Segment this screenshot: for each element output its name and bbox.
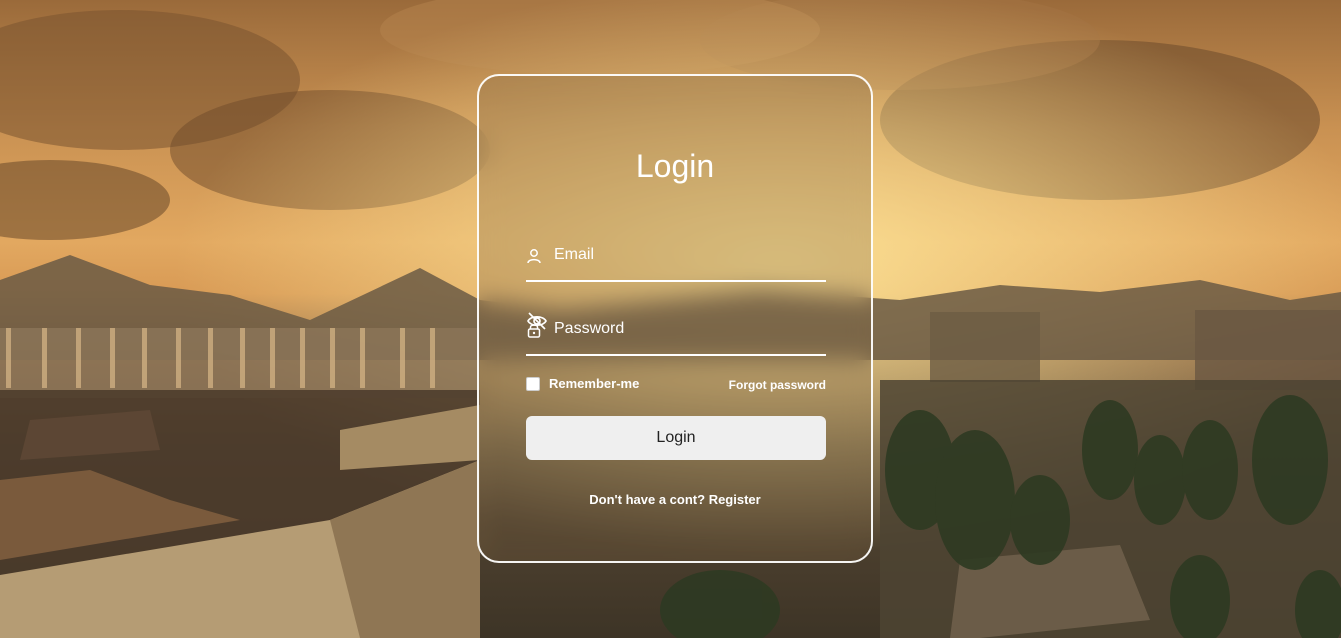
- password-placeholder: Password: [554, 320, 625, 337]
- login-title: Login: [635, 148, 715, 184]
- register-prefix: Don't have a cont?: [589, 492, 706, 507]
- register-link[interactable]: Register: [709, 492, 761, 507]
- login-button[interactable]: Login: [526, 416, 826, 460]
- remember-me[interactable]: Remember-me: [526, 376, 639, 391]
- email-placeholder: Email: [554, 246, 595, 263]
- register-prompt: Don't have a cont? Register: [479, 492, 871, 507]
- user-icon: [527, 249, 541, 264]
- login-card: Login Email Password Remember-me Forgot …: [477, 74, 873, 563]
- form-options: Remember-me Forgot password: [526, 376, 826, 396]
- remember-label: Remember-me: [549, 376, 640, 391]
- forgot-password-link[interactable]: Forgot password: [729, 378, 826, 392]
- password-field[interactable]: Password: [526, 310, 826, 356]
- eye-slash-icon[interactable]: [526, 310, 548, 332]
- remember-checkbox[interactable]: [526, 376, 540, 391]
- email-field[interactable]: Email: [526, 236, 826, 282]
- background-scene: Login Email Password Remember-me Forgot …: [0, 0, 1341, 638]
